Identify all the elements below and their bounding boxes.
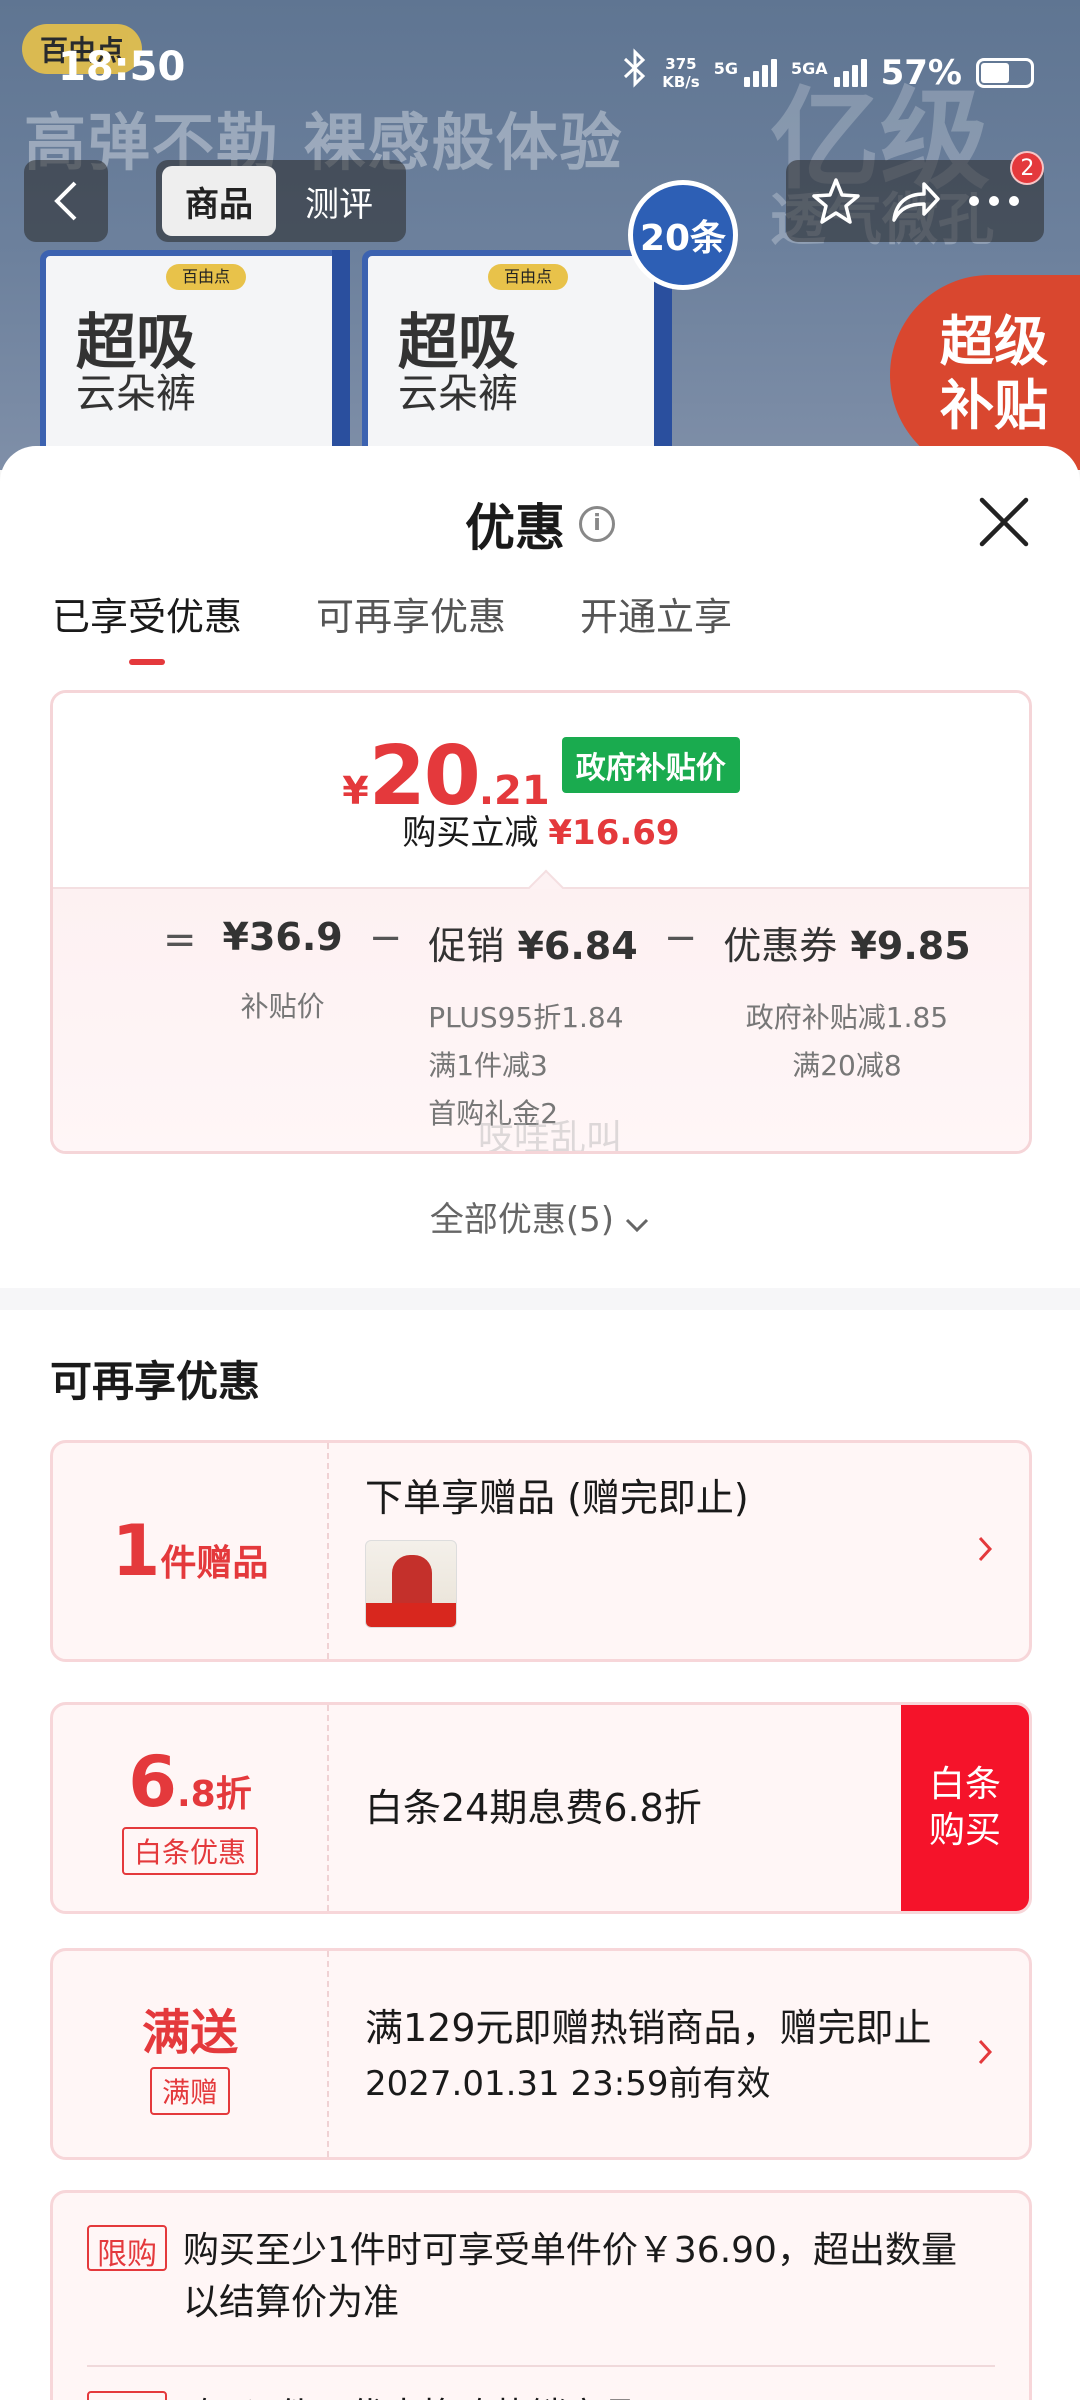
gift-offer-text: 下单享赠品 (赠完即止) bbox=[365, 1476, 749, 1520]
net-speed: 375 KB/s bbox=[662, 54, 700, 91]
watermark: 吱哇乱叫 bbox=[478, 1118, 623, 1154]
full-gift-offer-text: 满129元即赠热销商品，赠完即止 bbox=[365, 2005, 932, 2050]
price-breakdown: = ¥36.9 补贴价 − 促销 ¥6.84 PLUS95折1.84 满1件减3… bbox=[163, 915, 971, 1138]
instant-reduction: 购买立减 ¥16.69 bbox=[402, 813, 680, 853]
message-badge: 2 bbox=[1010, 151, 1045, 185]
count-badge: 20条 bbox=[628, 180, 738, 290]
minus-sign: − bbox=[663, 915, 698, 961]
bluetooth-icon bbox=[622, 48, 648, 97]
coupon-col: 优惠券 ¥9.85 政府补贴减1.85 满20减8 bbox=[723, 915, 970, 1090]
pack-stripe bbox=[332, 250, 350, 470]
limit-row: 限购 购买至少1件时可享受单件价￥36.90，超出数量以结算价为准 bbox=[87, 2225, 989, 2329]
tab-review[interactable]: 测评 bbox=[282, 166, 396, 236]
all-discounts-toggle[interactable]: 全部优惠(5) bbox=[0, 1192, 1080, 1242]
minus-sign: − bbox=[368, 915, 403, 961]
chevron-down-icon bbox=[624, 1202, 650, 1242]
gov-subsidy-tag: 政府补贴价 bbox=[561, 737, 740, 793]
tab-activate[interactable]: 开通立享 bbox=[580, 586, 732, 665]
info-icon[interactable]: i bbox=[579, 506, 615, 542]
battery-icon bbox=[976, 57, 1034, 88]
exchange-row[interactable]: 换购 购买1件可优惠换购热销商品 bbox=[87, 2391, 638, 2400]
chevron-left-icon bbox=[54, 181, 77, 221]
super-line2: 补贴 bbox=[940, 374, 1048, 437]
pack-subtitle: 云朵裤 bbox=[76, 371, 196, 417]
baitiao-offer-text: 白条24期息费6.8折 bbox=[365, 1786, 702, 1830]
more-dots-icon bbox=[969, 196, 1020, 206]
more-discounts-title: 可再享优惠 bbox=[50, 1357, 261, 1406]
promo-col: 促销 ¥6.84 PLUS95折1.84 满1件减3 首购礼金2 bbox=[428, 915, 637, 1138]
super-subsidy-badge: 超级 补贴 bbox=[890, 275, 1080, 470]
signal-sim1-icon: 5G bbox=[714, 58, 777, 87]
sheet-title: 优惠 i bbox=[0, 488, 1080, 560]
coupon-value: 优惠券 ¥9.85 bbox=[723, 924, 971, 968]
share-icon bbox=[892, 182, 940, 222]
equals-sign: = bbox=[163, 917, 197, 963]
battery-percent: 57% bbox=[880, 52, 962, 93]
status-bar: 18:50 375 KB/s 5G 5GA 57% bbox=[0, 0, 1080, 150]
close-button[interactable] bbox=[974, 492, 1034, 552]
coupon-details: 政府补贴减1.85 满20减8 bbox=[745, 1001, 949, 1082]
discount-tabs: 已享受优惠 可再享优惠 开通立享 bbox=[52, 586, 732, 665]
product-pack: 百由点 超吸 云朵裤 bbox=[362, 250, 672, 470]
pack-logo: 百由点 bbox=[166, 264, 246, 290]
limit-text: 购买至少1件时可享受单件价￥36.90，超出数量以结算价为准 bbox=[183, 2230, 957, 2323]
gift-count: 1件赠品 bbox=[53, 1443, 329, 1659]
section-divider bbox=[0, 1288, 1080, 1310]
base-price-col: ¥36.9 补贴价 bbox=[223, 915, 343, 1031]
promo-value: 促销 ¥6.84 bbox=[428, 924, 638, 968]
base-price-label: 补贴价 bbox=[240, 990, 325, 1023]
favorite-button[interactable] bbox=[804, 169, 868, 233]
signal-sim2-icon: 5GA bbox=[791, 58, 867, 87]
full-gift-badge: 满送 满赠 bbox=[53, 1951, 329, 2157]
pack-subtitle: 云朵裤 bbox=[398, 371, 518, 417]
status-icons: 375 KB/s 5G 5GA 57% bbox=[622, 48, 1034, 97]
chevron-right-icon bbox=[977, 2038, 993, 2070]
close-icon bbox=[979, 497, 1029, 547]
more-button[interactable]: 2 bbox=[962, 151, 1045, 233]
product-pack: 百由点 超吸 云朵裤 bbox=[40, 250, 350, 470]
product-nav-actions: 2 bbox=[786, 151, 1045, 242]
product-nav-tabs: 商品 测评 bbox=[156, 160, 406, 242]
baitiao-tag: 白条优惠 bbox=[121, 1827, 258, 1875]
baitiao-buy-button[interactable]: 白条购买 bbox=[901, 1705, 1029, 1911]
baitiao-discount: 6.8折 白条优惠 bbox=[53, 1705, 329, 1911]
gift-thumbnail bbox=[365, 1540, 457, 1628]
base-price-value: ¥36.9 bbox=[222, 915, 343, 959]
pack-logo: 百由点 bbox=[488, 264, 568, 290]
tab-product[interactable]: 商品 bbox=[162, 166, 276, 236]
sheet-header: 优惠 i bbox=[0, 446, 1080, 566]
full-gift-tag: 满赠 bbox=[149, 2067, 230, 2115]
limit-purchase-card: 限购 购买至少1件时可享受单件价￥36.90，超出数量以结算价为准 换购 购买1… bbox=[50, 2190, 1032, 2400]
gift-offer-card[interactable]: 1件赠品 下单享赠品 (赠完即止) bbox=[50, 1440, 1032, 1662]
full-gift-offer-card[interactable]: 满送 满赠 满129元即赠热销商品，赠完即止 2027.01.31 23:59前… bbox=[50, 1948, 1032, 2160]
exchange-tag: 换购 bbox=[87, 2391, 167, 2400]
share-button[interactable] bbox=[883, 169, 947, 233]
limit-separator bbox=[87, 2365, 995, 2367]
tab-enjoyed[interactable]: 已享受优惠 bbox=[52, 586, 242, 665]
enjoyed-discount-card: ¥20.21 政府补贴价 购买立减 ¥16.69 = ¥36.9 补贴价 − 促销 … bbox=[50, 690, 1032, 1154]
tab-more-available[interactable]: 可再享优惠 bbox=[316, 586, 506, 665]
exchange-text: 购买1件可优惠换购热销商品 bbox=[183, 2391, 638, 2400]
limit-tag: 限购 bbox=[87, 2225, 167, 2272]
chevron-right-icon bbox=[977, 1535, 993, 1567]
back-button[interactable] bbox=[24, 160, 108, 242]
star-icon bbox=[811, 178, 860, 224]
discount-sheet: 优惠 i 已享受优惠 可再享优惠 开通立享 ¥20.21 政府补贴价 购买立减 ¥16… bbox=[0, 446, 1080, 2400]
baitiao-offer-card: 6.8折 白条优惠 白条24期息费6.8折 白条购买 bbox=[50, 1702, 1032, 1914]
full-gift-validity: 2027.01.31 23:59前有效 bbox=[365, 2063, 771, 2104]
status-time: 18:50 bbox=[58, 44, 186, 90]
